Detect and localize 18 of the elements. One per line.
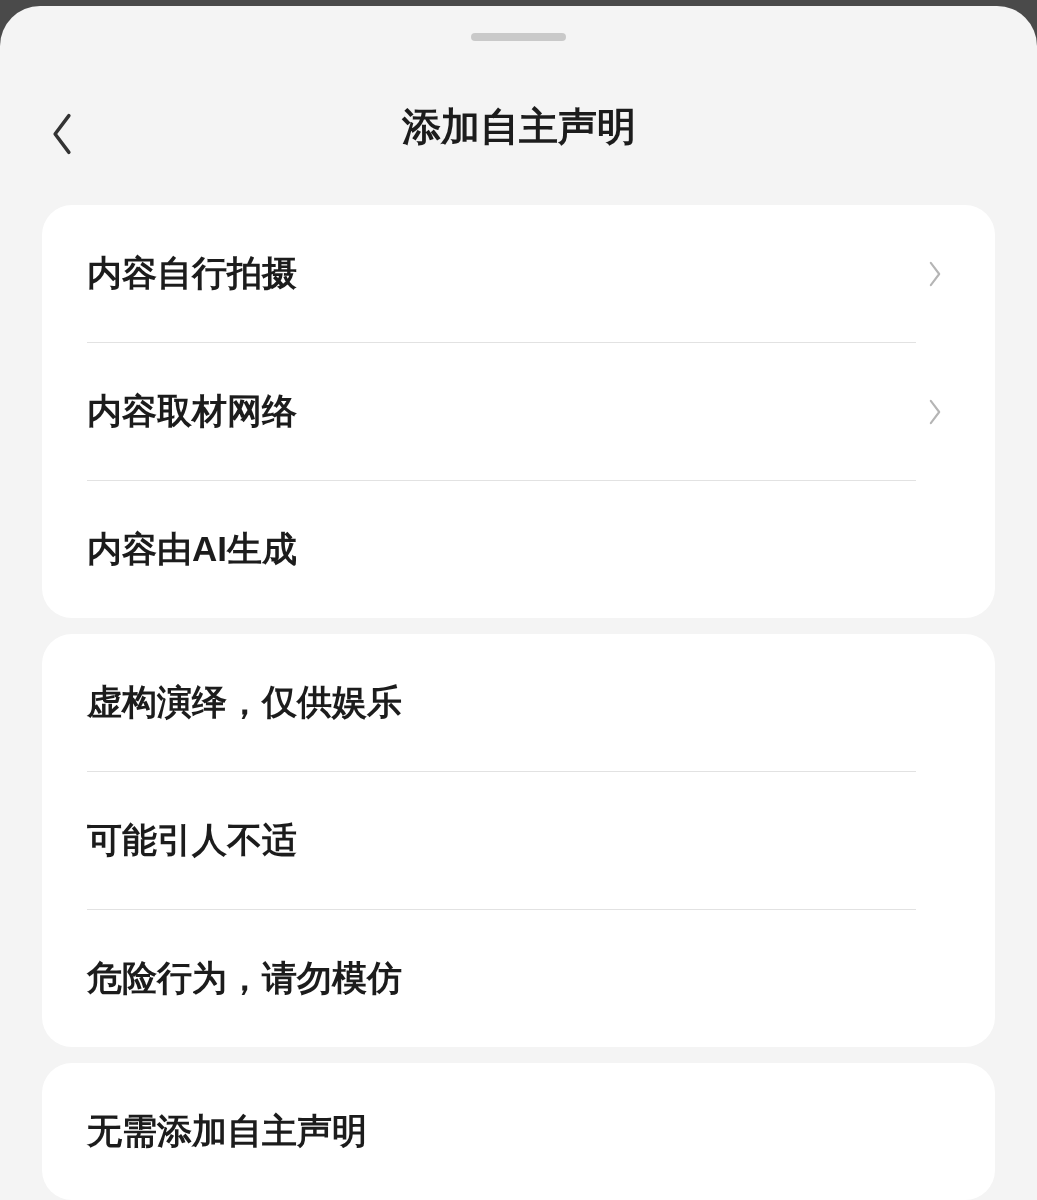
option-row[interactable]: 虚构演绎，仅供娱乐 xyxy=(87,634,950,771)
option-label: 虚构演绎，仅供娱乐 xyxy=(87,681,402,724)
option-row[interactable]: 无需添加自主声明 xyxy=(87,1063,950,1200)
chevron-right-icon xyxy=(928,259,942,288)
option-label: 内容由AI生成 xyxy=(87,528,297,571)
option-row[interactable]: 可能引人不适 xyxy=(87,772,950,909)
option-label: 无需添加自主声明 xyxy=(87,1110,367,1153)
drag-handle[interactable] xyxy=(471,33,566,42)
chevron-right-icon xyxy=(928,397,942,426)
option-row[interactable]: 危险行为，请勿模仿 xyxy=(87,910,950,1047)
option-label: 可能引人不适 xyxy=(87,819,297,862)
option-label: 内容取材网络 xyxy=(87,390,297,433)
option-row[interactable]: 内容取材网络 xyxy=(87,343,950,480)
option-label: 内容自行拍摄 xyxy=(87,252,297,295)
option-label: 危险行为，请勿模仿 xyxy=(87,957,402,1000)
page-title: 添加自主声明 xyxy=(401,104,636,151)
option-row[interactable]: 内容由AI生成 xyxy=(87,481,950,618)
option-row[interactable]: 内容自行拍摄 xyxy=(87,205,950,342)
